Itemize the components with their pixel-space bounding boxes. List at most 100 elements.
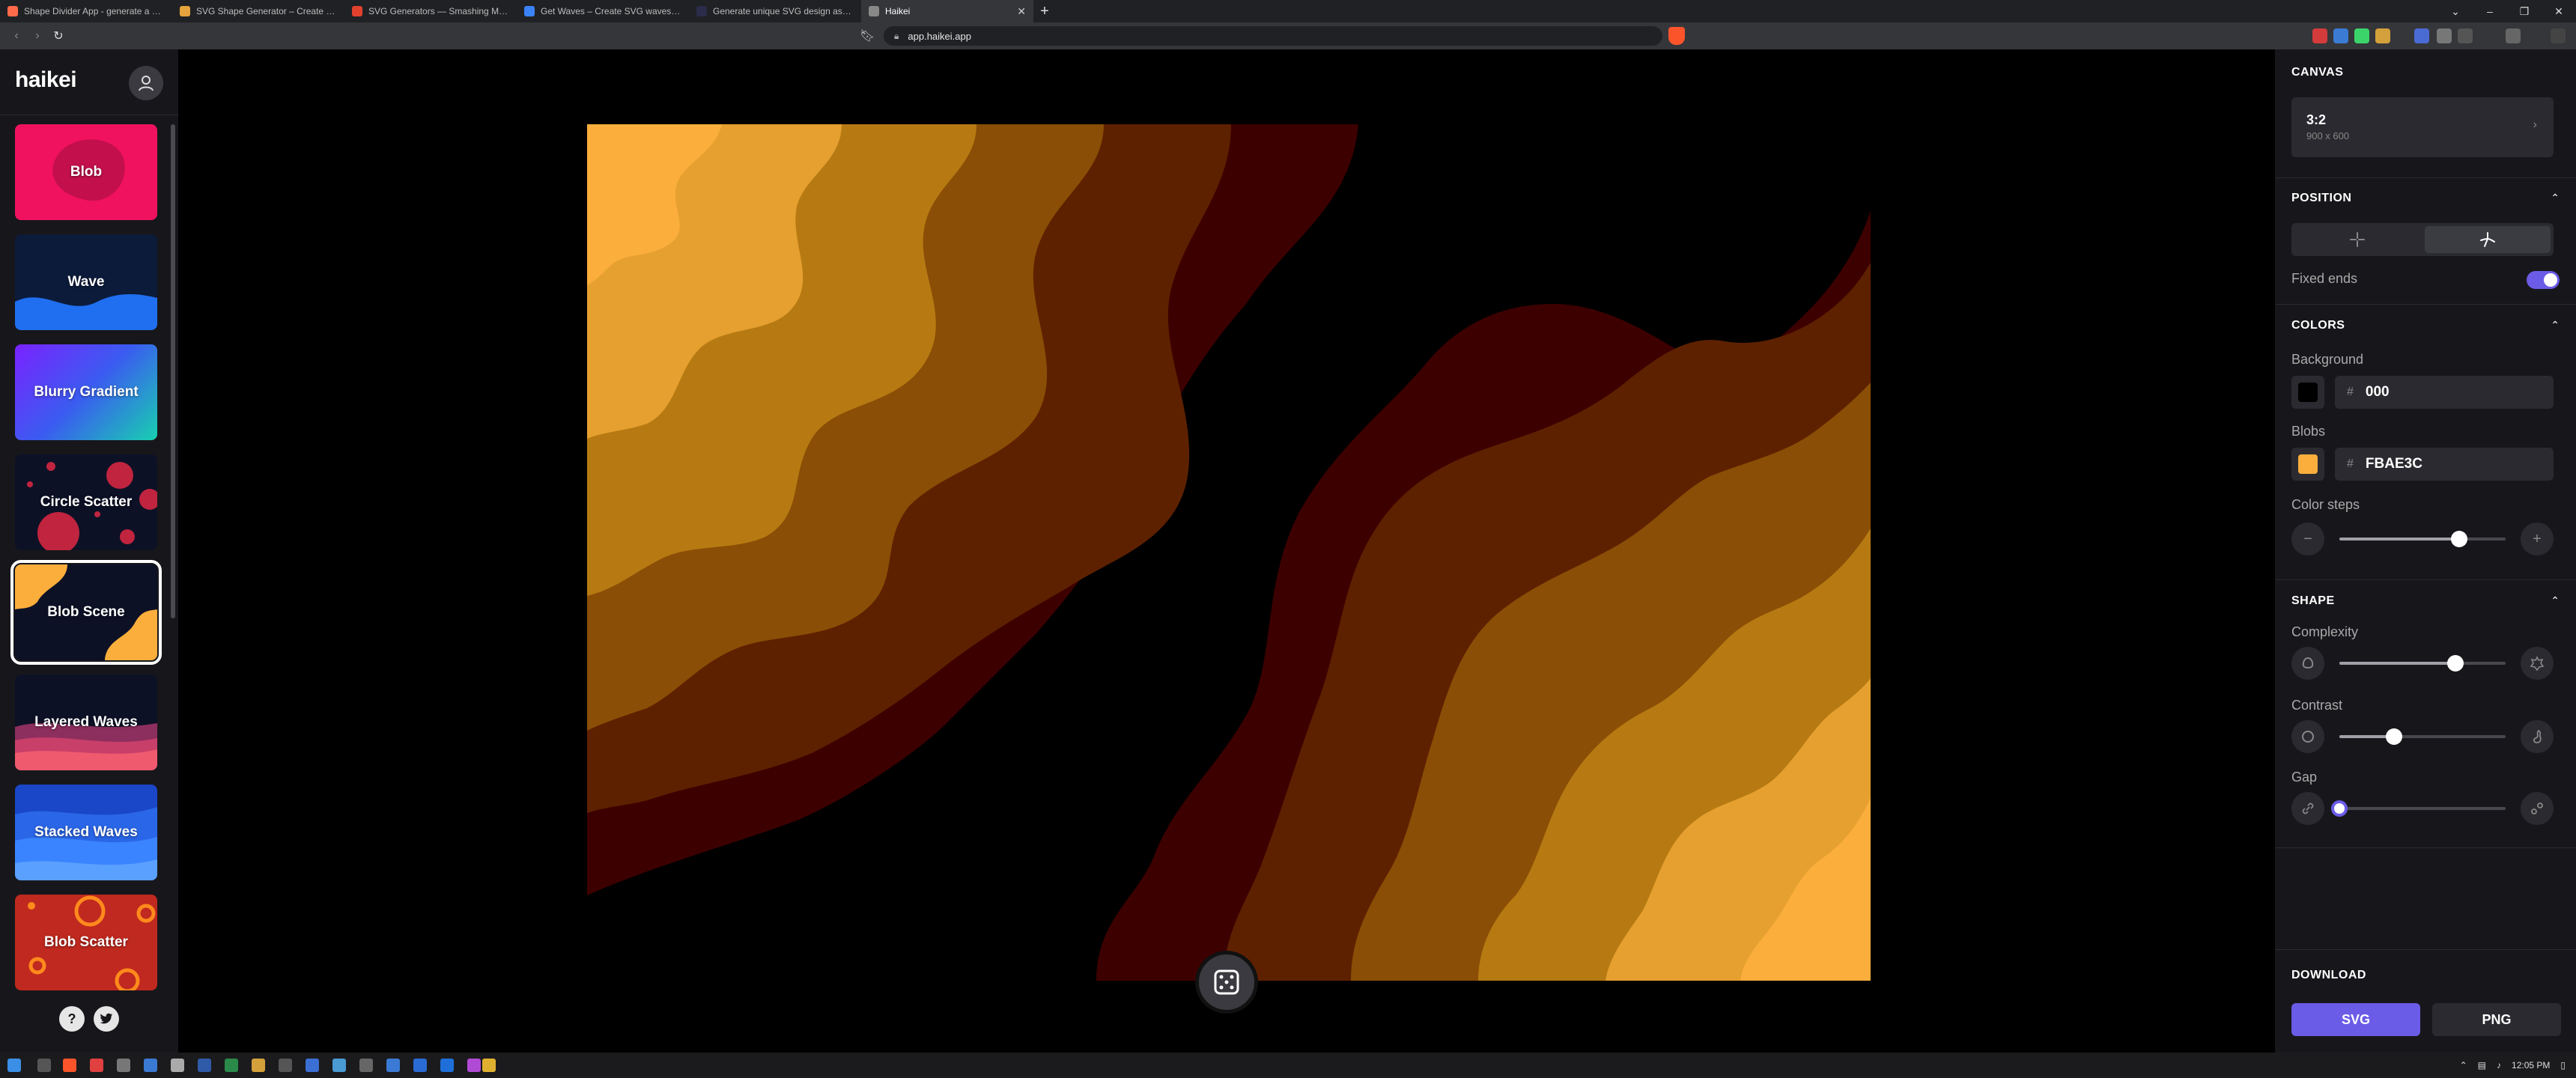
canvas-size-selector[interactable]: 3:2 900 x 600 › <box>2291 97 2554 157</box>
close-tab-icon[interactable]: ✕ <box>1011 5 1026 18</box>
contrast-slider[interactable] <box>2339 720 2506 753</box>
search-icon[interactable] <box>37 1059 51 1072</box>
no-gap-icon[interactable] <box>2291 792 2324 825</box>
generator-card-blob[interactable]: Blob <box>15 124 157 220</box>
background-hex-input[interactable]: #000 <box>2335 376 2554 409</box>
generator-card-blob-scatter[interactable]: Blob Scatter <box>15 895 157 990</box>
extension-icon[interactable] <box>2414 28 2429 43</box>
fixed-ends-toggle[interactable] <box>2527 271 2560 289</box>
slider-knob[interactable] <box>2450 531 2467 547</box>
volume-icon[interactable]: ♪ <box>2497 1060 2501 1071</box>
position-center-icon <box>2350 232 2365 247</box>
app-taskbar-icon[interactable] <box>198 1059 211 1072</box>
help-button[interactable]: ? <box>59 1006 85 1032</box>
extension-icon[interactable] <box>2312 28 2327 43</box>
slider-knob[interactable] <box>2331 800 2348 817</box>
blob-scene-artwork[interactable] <box>587 124 1871 981</box>
network-icon[interactable]: ▤ <box>2478 1060 2486 1071</box>
browser-tab[interactable]: SVG Shape Generator – Create SVG sh <box>172 0 344 22</box>
twitter-button[interactable] <box>94 1006 119 1032</box>
browser-tab[interactable]: Get Waves – Create SVG waves for you <box>517 0 689 22</box>
brave-shields-icon[interactable] <box>1668 27 1685 45</box>
randomize-button[interactable] <box>1195 951 1258 1014</box>
extension-icon[interactable] <box>2354 28 2369 43</box>
back-icon[interactable]: ‹ <box>6 29 27 43</box>
position-option-centered[interactable] <box>2294 226 2420 253</box>
bookmark-icon[interactable]: 🔖︎ <box>860 28 875 43</box>
gap-slider[interactable] <box>2331 792 2506 825</box>
reload-icon[interactable]: ↻ <box>48 28 69 43</box>
menu-icon[interactable] <box>2551 28 2566 43</box>
download-png-button[interactable]: PNG <box>2432 1003 2561 1036</box>
sidebar-scrollbar[interactable] <box>171 124 175 618</box>
app-taskbar-icon[interactable] <box>90 1059 103 1072</box>
chevron-up-icon[interactable]: ⌃ <box>2551 319 2560 332</box>
url-field[interactable]: 🔒︎ app.haikei.app <box>884 26 1662 46</box>
extension-icon[interactable] <box>2458 28 2473 43</box>
windows-start-icon[interactable] <box>7 1059 21 1072</box>
app-taskbar-icon[interactable] <box>332 1059 346 1072</box>
extension-icon[interactable] <box>2437 28 2452 43</box>
app-taskbar-icon[interactable] <box>279 1059 292 1072</box>
background-color-swatch[interactable] <box>2291 376 2324 409</box>
browser-tab[interactable]: Generate unique SVG design assets | H <box>689 0 861 22</box>
minimize-icon[interactable]: – <box>2473 5 2507 17</box>
chevron-up-icon[interactable]: ⌃ <box>2551 594 2560 607</box>
low-contrast-icon[interactable] <box>2291 720 2324 753</box>
blobs-hex-input[interactable]: # FBAE3C <box>2335 448 2554 481</box>
generator-card-layered-waves[interactable]: Layered Waves <box>15 674 157 770</box>
browser-tab-active[interactable]: Haikei ✕ <box>861 0 1033 22</box>
position-option-corners[interactable] <box>2425 226 2551 253</box>
user-account-button[interactable] <box>129 66 163 100</box>
brave-taskbar-icon[interactable] <box>63 1059 76 1072</box>
canvas-section: CANVAS 3:2 900 x 600 › <box>2275 49 2576 178</box>
app-taskbar-icon[interactable] <box>252 1059 265 1072</box>
tab-search-icon[interactable]: ⌄ <box>2438 5 2473 18</box>
tray-chevron-icon[interactable]: ⌃ <box>2460 1060 2467 1071</box>
browser-tab[interactable]: Shape Divider App - generate a beautif <box>0 0 172 22</box>
tab-title: Get Waves – Create SVG waves for you <box>541 6 681 16</box>
app-taskbar-icon[interactable] <box>306 1059 319 1072</box>
slider-knob[interactable] <box>2447 655 2464 672</box>
clock[interactable]: 12:05 PM <box>2512 1060 2550 1071</box>
generator-card-wave[interactable]: Wave <box>15 234 157 330</box>
app-taskbar-icon[interactable] <box>225 1059 238 1072</box>
extension-icon[interactable] <box>2333 28 2348 43</box>
notification-icon[interactable]: ▯ <box>2560 1060 2566 1071</box>
app-taskbar-icon[interactable] <box>413 1059 427 1072</box>
increase-color-steps-button[interactable]: + <box>2521 523 2554 555</box>
large-gap-icon[interactable] <box>2521 792 2554 825</box>
blobs-color-swatch[interactable] <box>2291 448 2324 481</box>
app-taskbar-icon[interactable] <box>440 1059 454 1072</box>
maximize-icon[interactable]: ❐ <box>2507 5 2542 18</box>
app-taskbar-icon[interactable] <box>144 1059 157 1072</box>
puzzle-icon[interactable] <box>2506 28 2521 43</box>
extension-icon[interactable] <box>2375 28 2390 43</box>
slider-knob[interactable] <box>2386 728 2403 745</box>
complexity-slider[interactable] <box>2339 647 2506 680</box>
app-taskbar-icon[interactable] <box>171 1059 184 1072</box>
new-tab-icon[interactable]: + <box>1033 3 1056 20</box>
app-taskbar-icon[interactable] <box>482 1059 496 1072</box>
generator-card-blurry-gradient[interactable]: Blurry Gradient <box>15 344 157 440</box>
decrease-color-steps-button[interactable]: − <box>2291 523 2324 555</box>
simple-shape-icon[interactable] <box>2291 647 2324 680</box>
close-window-icon[interactable]: ✕ <box>2542 5 2576 18</box>
app-taskbar-icon[interactable] <box>386 1059 400 1072</box>
app-taskbar-icon[interactable] <box>359 1059 373 1072</box>
app-taskbar-icon[interactable] <box>117 1059 130 1072</box>
download-svg-button[interactable]: SVG <box>2291 1003 2420 1036</box>
chevron-up-icon[interactable]: ⌃ <box>2551 192 2560 204</box>
haikei-logo[interactable]: haikei <box>15 67 77 93</box>
browser-tab[interactable]: SVG Generators — Smashing Magazin <box>344 0 517 22</box>
high-contrast-icon[interactable] <box>2521 720 2554 753</box>
app-taskbar-icon[interactable] <box>467 1059 481 1072</box>
generator-card-circle-scatter[interactable]: Circle Scatter <box>15 454 157 550</box>
generator-card-stacked-waves[interactable]: Stacked Waves <box>15 785 157 880</box>
complex-shape-icon[interactable] <box>2521 647 2554 680</box>
forward-icon[interactable]: › <box>27 29 48 43</box>
generator-card-blob-scene[interactable]: Blob Scene <box>10 560 162 665</box>
color-steps-slider[interactable] <box>2339 523 2506 555</box>
slider-track <box>2339 807 2506 810</box>
generator-label: Wave <box>67 274 105 290</box>
